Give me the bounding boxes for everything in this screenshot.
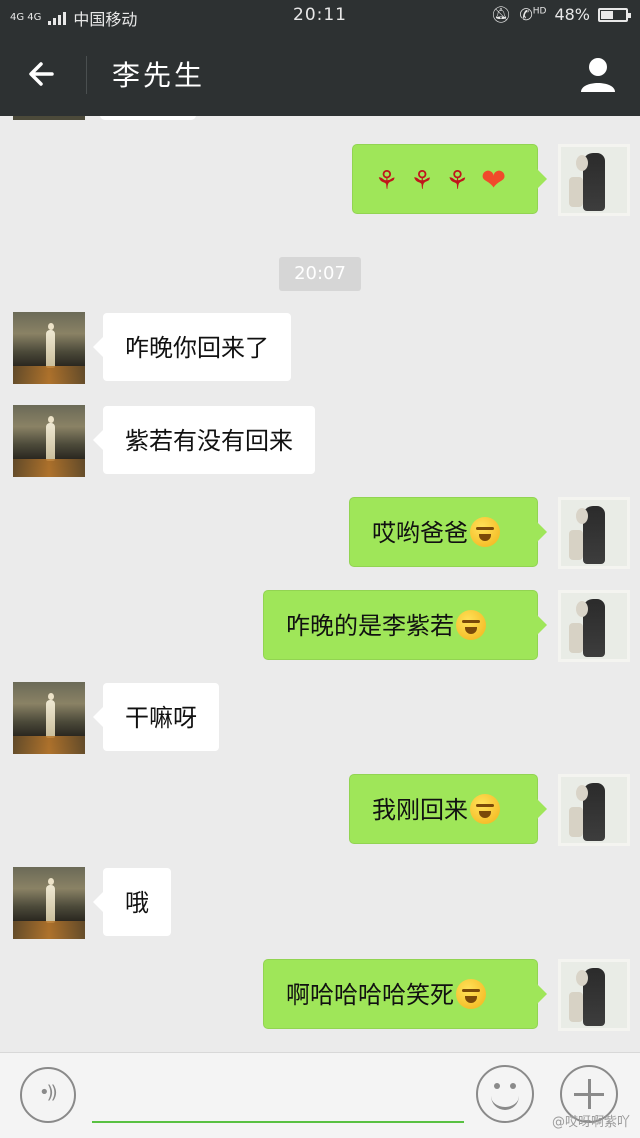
crying-laughing-emoji-icon xyxy=(470,517,500,547)
rose-icon: ⚘ xyxy=(410,166,434,196)
message-bubble[interactable]: 咋晚的是李紫若 xyxy=(263,590,547,660)
grinning-emoji-icon xyxy=(456,979,486,1009)
avatar-contact[interactable] xyxy=(13,405,85,477)
message-bubble[interactable]: 干嘛呀 xyxy=(93,682,220,752)
rose-icon: ⚘ xyxy=(445,166,469,196)
message-list[interactable]: ⚘ ⚘ ⚘ ❤ 20:07 咋晚你回来了 紫若有没有回来 哎哟爸爸 咋晚的是李紫若 干… xyxy=(0,116,640,1052)
bell-icon: 🔕︎ xyxy=(491,5,512,24)
message-bubble[interactable]: 咋晚你回来了 xyxy=(93,312,292,382)
status-bar: 4G 4G 中国移动 20:11 🔕︎ ✆HD 48% xyxy=(0,0,640,32)
message-bubble[interactable]: 紫若有没有回来 xyxy=(93,405,316,475)
message-bubble[interactable]: ⚘ ⚘ ⚘ ❤ xyxy=(352,144,547,214)
message-text: 咋晚你回来了 xyxy=(125,334,269,362)
battery-fill xyxy=(601,10,613,19)
message-text: 我刚回来 xyxy=(372,796,468,824)
input-bar: •)) @哎呀啊紫吖 xyxy=(0,1052,640,1138)
message-bubble[interactable]: 我刚回来 xyxy=(349,774,547,844)
avatar-self[interactable] xyxy=(558,497,630,569)
smiley-icon[interactable] xyxy=(476,1065,534,1123)
crying-laughing-emoji-icon xyxy=(456,610,486,640)
message-bubble[interactable]: 啊哈哈哈哈笑死 xyxy=(263,959,547,1029)
header-divider xyxy=(86,56,87,94)
timestamp: 20:07 xyxy=(279,257,361,291)
message-bubble[interactable]: 哦 xyxy=(93,867,172,937)
message-text: 哦 xyxy=(125,889,149,917)
avatar-contact[interactable] xyxy=(13,312,85,384)
message-text: 啊哈哈哈哈笑死 xyxy=(286,981,454,1009)
avatar-contact[interactable] xyxy=(13,682,85,754)
status-right: 🔕︎ ✆HD 48% xyxy=(491,5,631,24)
person-icon[interactable] xyxy=(578,54,618,94)
crying-laughing-emoji-icon xyxy=(470,794,500,824)
avatar-contact[interactable] xyxy=(13,867,85,939)
battery-icon xyxy=(598,7,631,22)
heart-icon: ❤ xyxy=(480,163,507,198)
watermark: @哎呀啊紫吖 xyxy=(551,1115,630,1130)
message-text: 紫若有没有回来 xyxy=(125,427,293,455)
avatar-self[interactable] xyxy=(558,959,630,1031)
message-text: 哎哟爸爸 xyxy=(372,519,468,547)
message-input[interactable] xyxy=(92,1121,464,1123)
call-hd-icon: ✆HD xyxy=(519,5,547,24)
rose-icon: ⚘ xyxy=(375,166,399,196)
arrow-left-icon[interactable] xyxy=(22,54,62,94)
voice-icon[interactable]: •)) xyxy=(20,1067,76,1123)
message-text: 干嘛呀 xyxy=(125,704,197,732)
message-bubble[interactable]: 哎哟爸爸 xyxy=(349,497,547,567)
avatar[interactable] xyxy=(13,116,85,120)
chat-title: 李先生 xyxy=(112,59,206,92)
avatar-self[interactable] xyxy=(558,590,630,662)
chat-header: 李先生 xyxy=(0,32,640,116)
avatar-self[interactable] xyxy=(558,144,630,216)
avatar-self[interactable] xyxy=(558,774,630,846)
hd-label: HD xyxy=(532,6,547,17)
message-text: 咋晚的是李紫若 xyxy=(286,612,454,640)
message-bubble-partial[interactable] xyxy=(100,116,196,120)
battery-percent: 48% xyxy=(554,5,590,24)
